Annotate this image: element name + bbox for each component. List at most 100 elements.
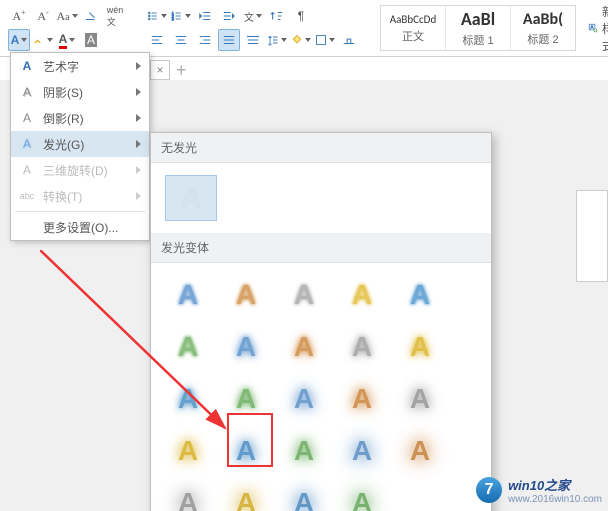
wordart-icon: A [19, 59, 35, 73]
new-tab-button[interactable]: + [176, 60, 187, 81]
watermark-url: www.2016win10.com [508, 494, 602, 505]
glow-variant-option[interactable]: A [163, 429, 213, 473]
style-heading2[interactable]: AaBb( 标题 2 [511, 6, 575, 50]
align-distribute-button[interactable] [242, 29, 264, 51]
glow-variant-option[interactable]: A [279, 481, 329, 511]
glow-variant-option[interactable]: A [337, 377, 387, 421]
submenu-arrow-icon [136, 192, 141, 200]
text-effects-menu: A 艺术字 A 阴影(S) A 倒影(R) A 发光(G) A 三维旋转(D) … [10, 52, 150, 241]
submenu-arrow-icon [136, 88, 141, 96]
reflection-icon: A [19, 111, 35, 125]
tabstop-button[interactable] [338, 29, 360, 51]
glow-variant-option[interactable]: A [279, 273, 329, 317]
style-label: 标题 1 [462, 32, 493, 48]
borders-button[interactable] [314, 29, 336, 51]
glow-variant-option[interactable]: A [221, 377, 271, 421]
phonetic-guide-button[interactable]: wén文 [104, 5, 126, 27]
glow-variant-option[interactable]: A [395, 273, 445, 317]
menu-reflection[interactable]: A 倒影(R) [11, 105, 149, 131]
glow-variant-option[interactable]: A [337, 481, 387, 511]
no-glow-section: A [151, 163, 491, 233]
glow-variants-header: 发光变体 [151, 233, 491, 263]
menu-glow[interactable]: A 发光(G) [11, 131, 149, 157]
grow-font-button[interactable]: A+ [8, 5, 30, 27]
style-label: 正文 [402, 28, 424, 44]
watermark-brand: win10之家 [508, 475, 602, 494]
align-justify-button[interactable] [218, 29, 240, 51]
ribbon: A+ A- Aa wén文 A A A 123 文 ¶ [0, 0, 608, 57]
glow-variant-option[interactable]: A [163, 325, 213, 369]
line-spacing-button[interactable] [266, 29, 288, 51]
new-style-label: 新样式 [602, 3, 608, 54]
styles-gallery[interactable]: AaBbCcDd 正文 AaBl 标题 1 AaBb( 标题 2 [380, 5, 576, 51]
bullets-button[interactable] [146, 5, 168, 27]
menu-3drotation: A 三维旋转(D) [11, 157, 149, 183]
shrink-font-button[interactable]: A- [32, 5, 54, 27]
menu-label: 三维旋转(D) [43, 162, 128, 179]
glow-variant-option[interactable]: A [337, 429, 387, 473]
no-glow-option[interactable]: A [165, 175, 217, 221]
glow-variant-option[interactable]: A [221, 325, 271, 369]
glow-variant-option[interactable]: A [279, 429, 329, 473]
style-preview: AaBb( [523, 10, 563, 29]
watermark-logo-icon: 7 [476, 477, 502, 503]
char-shading-button[interactable]: A [80, 29, 102, 51]
glow-variant-option[interactable]: A [395, 325, 445, 369]
glow-variant-option[interactable]: A [221, 429, 271, 473]
glow-variant-option[interactable]: A [163, 377, 213, 421]
svg-text:3: 3 [172, 18, 174, 22]
text-effects-button[interactable]: A [8, 29, 30, 51]
rotation-icon: A [19, 163, 35, 177]
clear-format-button[interactable] [80, 5, 102, 27]
decrease-indent-button[interactable] [194, 5, 216, 27]
paragraph-group: 123 文 ¶ [146, 5, 360, 51]
glow-variants-grid: AAAAAAAAAAAAAAAAAAAAAAAA [151, 263, 491, 511]
style-preview: AaBl [461, 8, 495, 30]
align-right-button[interactable] [194, 29, 216, 51]
menu-label: 发光(G) [43, 136, 128, 153]
shadow-icon: A [19, 85, 35, 99]
font-color-button[interactable]: A [56, 29, 78, 51]
shading-button[interactable] [290, 29, 312, 51]
transform-icon: abc [19, 191, 35, 201]
menu-label: 阴影(S) [43, 84, 128, 101]
style-normal[interactable]: AaBbCcDd 正文 [381, 6, 446, 50]
style-heading1[interactable]: AaBl 标题 1 [446, 6, 511, 50]
change-case-button[interactable]: Aa [56, 5, 78, 27]
new-style-button[interactable]: A 新样式 [588, 3, 608, 54]
glow-variant-option[interactable]: A [337, 273, 387, 317]
glow-icon: A [19, 137, 35, 151]
glow-variant-option[interactable]: A [337, 325, 387, 369]
menu-separator [15, 211, 145, 212]
glow-variant-option[interactable]: A [395, 429, 445, 473]
submenu-arrow-icon [136, 140, 141, 148]
submenu-arrow-icon [136, 114, 141, 122]
glow-variant-option[interactable]: A [221, 481, 271, 511]
align-left-button[interactable] [146, 29, 168, 51]
glow-variant-option[interactable]: A [279, 377, 329, 421]
menu-transform: abc 转换(T) [11, 183, 149, 209]
glow-variant-option[interactable]: A [163, 481, 213, 511]
align-center-button[interactable] [170, 29, 192, 51]
highlight-button[interactable] [32, 29, 54, 51]
glow-variant-option[interactable]: A [395, 377, 445, 421]
svg-text:A: A [591, 25, 594, 30]
text-direction-button[interactable]: 文 [242, 5, 264, 27]
menu-wordart[interactable]: A 艺术字 [11, 53, 149, 79]
glow-variant-option[interactable]: A [163, 273, 213, 317]
menu-shadow[interactable]: A 阴影(S) [11, 79, 149, 105]
sort-button[interactable] [266, 5, 288, 27]
menu-label: 更多设置(O)... [43, 219, 141, 236]
glow-variant-option[interactable]: A [279, 325, 329, 369]
show-marks-button[interactable]: ¶ [290, 5, 312, 27]
increase-indent-button[interactable] [218, 5, 240, 27]
menu-more-settings[interactable]: 更多设置(O)... [11, 214, 149, 240]
numbering-button[interactable]: 123 [170, 5, 192, 27]
glow-submenu: 无发光 A 发光变体 AAAAAAAAAAAAAAAAAAAAAAAA [150, 132, 492, 511]
menu-label: 倒影(R) [43, 110, 128, 127]
close-tab-button[interactable]: × [150, 60, 170, 80]
font-size-group: A+ A- Aa wén文 A A A [8, 5, 126, 51]
glow-variant-option[interactable]: A [221, 273, 271, 317]
no-glow-header: 无发光 [151, 133, 491, 163]
submenu-arrow-icon [136, 62, 141, 70]
